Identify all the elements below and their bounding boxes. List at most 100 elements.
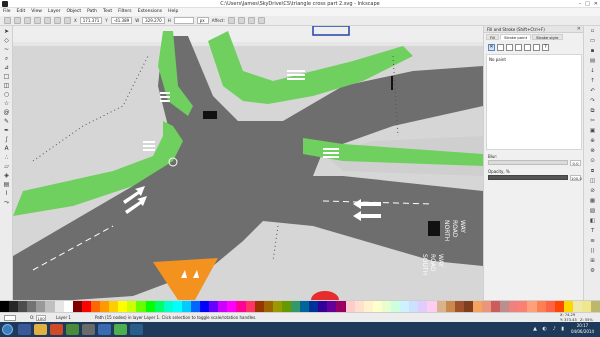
close-button[interactable]: ✕ bbox=[594, 0, 598, 8]
units-select[interactable]: px bbox=[196, 17, 209, 24]
tab-stroke-style[interactable]: Stroke style bbox=[532, 34, 563, 40]
taskbar-app-other[interactable] bbox=[130, 324, 143, 335]
tab-stroke-paint[interactable]: Stroke paint bbox=[500, 34, 532, 40]
open-icon[interactable]: ▭ bbox=[588, 38, 597, 45]
unlink-icon[interactable]: ⊘ bbox=[588, 188, 597, 195]
fill-stroke-icon[interactable]: ◧ bbox=[588, 218, 597, 225]
menu-filters[interactable]: Filters bbox=[118, 8, 132, 16]
new-icon[interactable]: ▫ bbox=[588, 28, 597, 35]
menu-edit[interactable]: Edit bbox=[17, 8, 26, 16]
taskbar-app-word[interactable] bbox=[98, 324, 111, 335]
node-icon[interactable]: ◇ bbox=[2, 37, 11, 44]
rotate-cw-button[interactable] bbox=[44, 17, 51, 24]
select-all-button[interactable] bbox=[4, 17, 11, 24]
no-paint-icon[interactable]: ✕ bbox=[488, 44, 495, 51]
opacity-slider[interactable] bbox=[488, 175, 568, 180]
clock[interactable]: 20:17 04/06/2014 bbox=[571, 323, 594, 335]
pattern-icon[interactable] bbox=[524, 44, 531, 51]
select-all-layers-button[interactable] bbox=[14, 17, 21, 24]
zoom-page-icon[interactable]: ⊙ bbox=[588, 158, 597, 165]
w-field[interactable]: 329.270 bbox=[142, 17, 165, 24]
swatch-icon[interactable] bbox=[533, 44, 540, 51]
zoom-icon[interactable]: ⌕ bbox=[2, 55, 11, 62]
menu-extensions[interactable]: Extensions bbox=[138, 8, 162, 16]
taskbar-app-spotify[interactable] bbox=[114, 324, 127, 335]
blur-slider[interactable] bbox=[488, 160, 568, 165]
export-icon[interactable]: ↑ bbox=[588, 78, 597, 85]
bucket-icon[interactable]: ◈ bbox=[2, 172, 11, 179]
star-icon[interactable]: ☆ bbox=[2, 100, 11, 107]
duplicate-icon[interactable]: ⧈ bbox=[588, 168, 597, 175]
menu-text[interactable]: Text bbox=[103, 8, 112, 16]
menu-help[interactable]: Help bbox=[168, 8, 178, 16]
import-icon[interactable]: ↓ bbox=[588, 68, 597, 75]
affect-corners-button[interactable] bbox=[237, 17, 245, 24]
affect-stroke-button[interactable] bbox=[227, 17, 235, 24]
taskbar-app-excel[interactable] bbox=[66, 324, 79, 335]
cut-icon[interactable]: ✂ bbox=[588, 118, 597, 125]
blur-value[interactable]: 0.0 bbox=[570, 160, 581, 166]
h-field[interactable] bbox=[173, 17, 194, 24]
taskbar-app-office[interactable] bbox=[50, 324, 63, 335]
align-icon[interactable]: ⊞ bbox=[588, 258, 597, 265]
spiral-icon[interactable]: @ bbox=[2, 109, 11, 116]
flat-color-icon[interactable] bbox=[497, 44, 504, 51]
connector-icon[interactable]: ⤳ bbox=[2, 199, 11, 206]
linear-gradient-icon[interactable] bbox=[506, 44, 513, 51]
minimize-button[interactable]: – bbox=[579, 0, 582, 8]
fill-indicator[interactable] bbox=[4, 315, 16, 321]
print-icon[interactable]: ▤ bbox=[588, 58, 597, 65]
ellipse-icon[interactable]: ○ bbox=[2, 91, 11, 98]
menu-view[interactable]: View bbox=[31, 8, 42, 16]
box3d-icon[interactable]: ◫ bbox=[2, 82, 11, 89]
zoom-draw-icon[interactable]: ⊗ bbox=[588, 148, 597, 155]
y-field[interactable]: -41.389 bbox=[110, 17, 133, 24]
tweak-icon[interactable]: ~ bbox=[2, 46, 11, 53]
x-field[interactable]: 171.371 bbox=[79, 17, 103, 24]
undo-icon[interactable]: ↶ bbox=[588, 88, 597, 95]
maximize-button[interactable]: □ bbox=[585, 0, 590, 8]
copy-icon[interactable]: ⧉ bbox=[588, 108, 597, 115]
affect-pattern-button[interactable] bbox=[257, 17, 265, 24]
layers-icon[interactable]: ≡ bbox=[588, 238, 597, 245]
deselect-button[interactable] bbox=[24, 17, 31, 24]
paste-icon[interactable]: ▣ bbox=[588, 128, 597, 135]
affect-gradient-button[interactable] bbox=[247, 17, 255, 24]
arrow-icon[interactable]: ➤ bbox=[2, 28, 11, 35]
spray-icon[interactable]: ∴ bbox=[2, 154, 11, 161]
save-icon[interactable]: ▪ bbox=[588, 48, 597, 55]
pen-icon[interactable]: ✒ bbox=[2, 127, 11, 134]
menu-object[interactable]: Object bbox=[66, 8, 81, 16]
status-opacity-value[interactable]: 100 bbox=[36, 315, 46, 321]
eraser-icon[interactable]: ▱ bbox=[2, 163, 11, 170]
radial-gradient-icon[interactable] bbox=[515, 44, 522, 51]
flip-v-button[interactable] bbox=[64, 17, 71, 24]
close-icon[interactable]: ✕ bbox=[577, 26, 581, 33]
redo-icon[interactable]: ↷ bbox=[588, 98, 597, 105]
taskbar-app-ie[interactable] bbox=[18, 324, 31, 335]
flip-h-button[interactable] bbox=[54, 17, 61, 24]
calligraphy-icon[interactable]: ∫ bbox=[2, 136, 11, 143]
opacity-value[interactable]: 100.0 bbox=[570, 175, 582, 181]
taskbar-app-inkscape[interactable] bbox=[82, 324, 95, 335]
system-tray-icons[interactable]: ▲ ◐ ♪ ▮ bbox=[533, 326, 566, 332]
menu-layer[interactable]: Layer bbox=[48, 8, 61, 16]
dropper-icon[interactable]: ⌇ bbox=[2, 190, 11, 197]
clone-icon[interactable]: ◫ bbox=[588, 178, 597, 185]
ungroup-icon[interactable]: ▧ bbox=[588, 208, 597, 215]
pencil-icon[interactable]: ✎ bbox=[2, 118, 11, 125]
unset-paint-icon[interactable]: ? bbox=[542, 44, 549, 51]
drawing-canvas[interactable]: NORTH ROAD WAY SOUTH ROAD WAY bbox=[13, 26, 483, 300]
gradient-icon[interactable]: ▤ bbox=[2, 181, 11, 188]
start-button[interactable] bbox=[2, 324, 13, 335]
taskbar-app-explorer[interactable] bbox=[34, 324, 47, 335]
prefs-icon[interactable]: ⚙ bbox=[588, 268, 597, 275]
text-icon[interactable]: A bbox=[2, 145, 11, 152]
menu-path[interactable]: Path bbox=[87, 8, 97, 16]
xml-icon[interactable]: ⟨⟩ bbox=[588, 248, 597, 255]
group-icon[interactable]: ▦ bbox=[588, 198, 597, 205]
measure-icon[interactable]: ⊿ bbox=[2, 64, 11, 71]
rect-icon[interactable]: □ bbox=[2, 73, 11, 80]
menu-file[interactable]: File bbox=[3, 8, 11, 16]
tab-fill[interactable]: Fill bbox=[486, 34, 500, 40]
